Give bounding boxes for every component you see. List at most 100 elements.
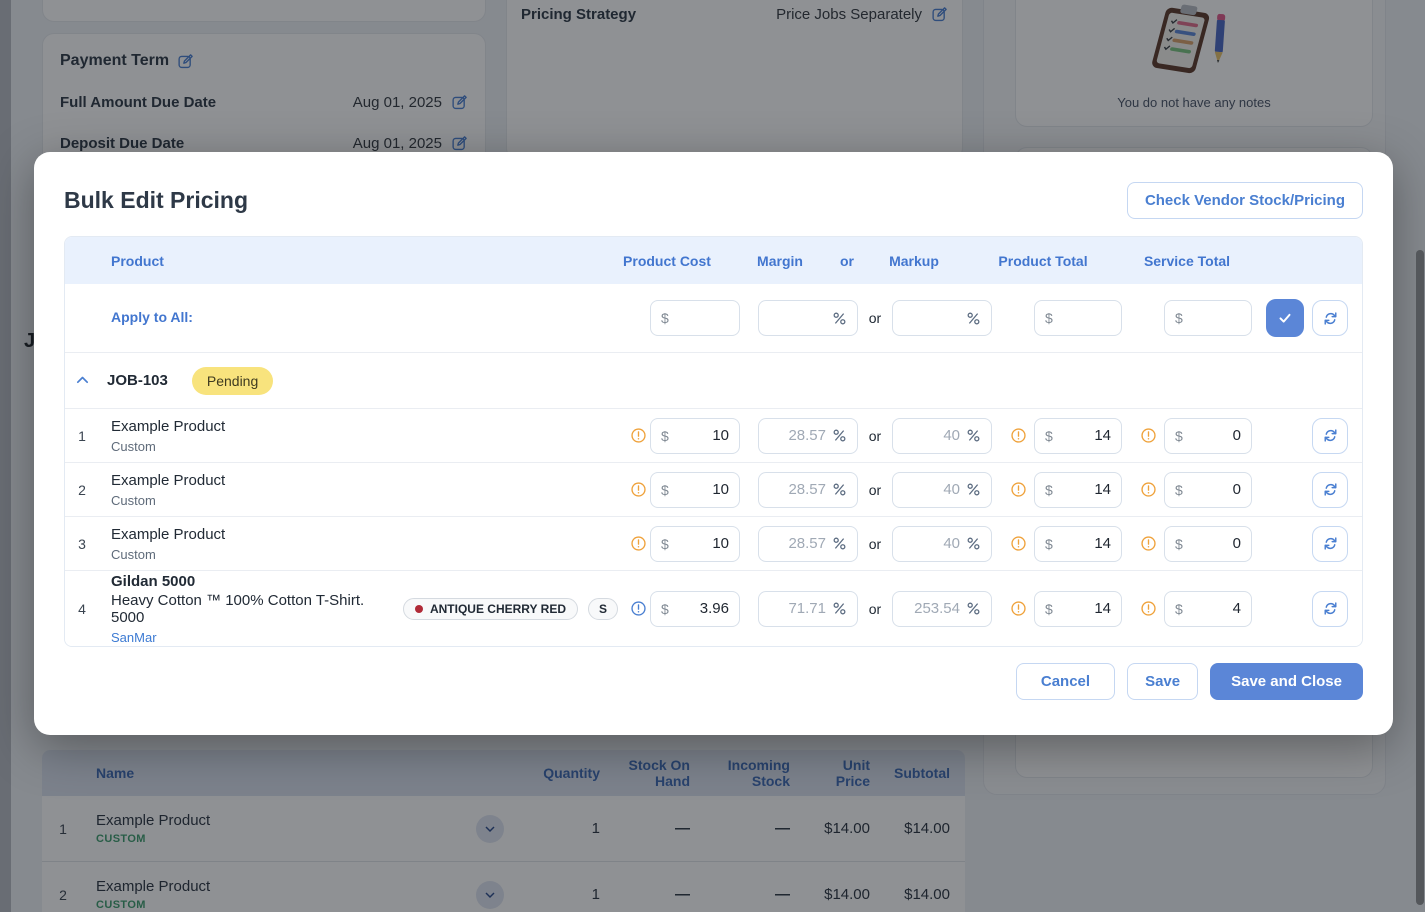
apply-product-total-input: $	[1034, 300, 1122, 336]
pricing-row: 4 Gildan 5000 Heavy Cotton ™ 100% Cotton…	[65, 570, 1362, 646]
currency-prefix: $	[1175, 601, 1183, 617]
header-product-total: Product Total	[978, 253, 1108, 269]
apply-service-total-field[interactable]	[1183, 310, 1241, 327]
job-status-badge: Pending	[192, 367, 273, 395]
apply-margin-field[interactable]	[769, 310, 826, 327]
product-cost-field[interactable]	[669, 535, 729, 552]
save-button[interactable]: Save	[1127, 663, 1198, 700]
currency-prefix: $	[1175, 482, 1183, 498]
apply-confirm-button[interactable]	[1266, 299, 1304, 337]
margin-input	[758, 591, 858, 627]
job-id: JOB-103	[107, 372, 168, 389]
header-or: or	[830, 253, 864, 269]
bulk-edit-pricing-modal: Bulk Edit Pricing Check Vendor Stock/Pri…	[34, 152, 1393, 735]
modal-title: Bulk Edit Pricing	[64, 187, 248, 214]
currency-prefix: $	[1045, 428, 1053, 444]
product-cost-input: $	[650, 472, 740, 508]
apply-reset-button[interactable]	[1312, 300, 1348, 336]
product-total-field[interactable]	[1053, 600, 1111, 617]
collapse-group-chevron[interactable]	[65, 372, 99, 389]
markup-input	[892, 418, 992, 454]
row-reset-button[interactable]	[1312, 591, 1348, 627]
markup-field[interactable]	[903, 481, 960, 498]
service-total-warning-icon	[1136, 535, 1160, 552]
pricing-table: Product Product Cost Margin or Markup Pr…	[64, 236, 1363, 647]
currency-prefix: $	[1175, 310, 1183, 326]
row-index: 2	[65, 482, 99, 498]
service-total-field[interactable]	[1183, 600, 1241, 617]
cancel-button[interactable]: Cancel	[1016, 663, 1115, 700]
apply-markup-field[interactable]	[903, 310, 960, 327]
product-total-field[interactable]	[1053, 535, 1111, 552]
color-dot	[415, 605, 423, 613]
cost-warning-icon	[626, 535, 650, 552]
pricing-row: 3 Example Product Custom $ or $ $	[65, 516, 1362, 570]
service-total-warning-icon	[1136, 600, 1160, 617]
margin-field[interactable]	[769, 535, 826, 552]
pricing-row: 2 Example Product Custom $ or $ $	[65, 462, 1362, 516]
percent-icon	[966, 428, 981, 443]
product-total-input: $	[1034, 526, 1122, 562]
currency-prefix: $	[661, 601, 669, 617]
pricing-table-header: Product Product Cost Margin or Markup Pr…	[65, 237, 1362, 284]
product-cost-input: $	[650, 591, 740, 627]
product-total-field[interactable]	[1053, 481, 1111, 498]
row-reset-button[interactable]	[1312, 418, 1348, 454]
row-reset-button[interactable]	[1312, 526, 1348, 562]
product-cost-field[interactable]	[669, 481, 729, 498]
header-markup: Markup	[864, 253, 964, 269]
header-margin: Margin	[730, 253, 830, 269]
header-service-total: Service Total	[1122, 253, 1252, 269]
margin-field[interactable]	[769, 481, 826, 498]
percent-icon	[966, 482, 981, 497]
row-index: 1	[65, 428, 99, 444]
or-label: or	[858, 482, 892, 498]
margin-field[interactable]	[769, 427, 826, 444]
product-total-warning-icon	[1006, 535, 1030, 552]
service-total-input: $	[1164, 591, 1252, 627]
apply-service-total-input: $	[1164, 300, 1252, 336]
product-cost-input: $	[650, 418, 740, 454]
size-badge: S	[588, 598, 618, 620]
margin-input	[758, 472, 858, 508]
markup-field[interactable]	[903, 535, 960, 552]
product-cost-field[interactable]	[669, 427, 729, 444]
save-and-close-button[interactable]: Save and Close	[1210, 663, 1363, 700]
product-total-input: $	[1034, 472, 1122, 508]
cost-warning-icon	[626, 427, 650, 444]
percent-icon	[966, 601, 981, 616]
vertical-scrollbar[interactable]	[1416, 250, 1424, 905]
currency-prefix: $	[1045, 536, 1053, 552]
service-total-input: $	[1164, 418, 1252, 454]
markup-field[interactable]	[903, 427, 960, 444]
product-name: Example Product	[111, 472, 618, 489]
apply-to-all-row: Apply to All: $ or $ $	[65, 284, 1362, 352]
service-total-field[interactable]	[1183, 535, 1241, 552]
product-name: Gildan 5000	[111, 573, 618, 590]
apply-product-total-field[interactable]	[1053, 310, 1111, 327]
margin-input	[758, 526, 858, 562]
service-total-input: $	[1164, 526, 1252, 562]
currency-prefix: $	[1045, 601, 1053, 617]
currency-prefix: $	[1045, 310, 1053, 326]
currency-prefix: $	[661, 482, 669, 498]
row-reset-button[interactable]	[1312, 472, 1348, 508]
service-total-field[interactable]	[1183, 427, 1241, 444]
markup-field[interactable]	[903, 600, 960, 617]
apply-product-cost-field[interactable]	[669, 310, 729, 327]
service-total-warning-icon	[1136, 427, 1160, 444]
service-total-warning-icon	[1136, 481, 1160, 498]
currency-prefix: $	[661, 536, 669, 552]
margin-field[interactable]	[769, 600, 826, 617]
product-total-field[interactable]	[1053, 427, 1111, 444]
check-vendor-stock-pricing-button[interactable]: Check Vendor Stock/Pricing	[1127, 182, 1363, 219]
vendor-link[interactable]: SanMar	[111, 630, 618, 645]
currency-prefix: $	[1175, 428, 1183, 444]
product-total-warning-icon	[1006, 427, 1030, 444]
markup-input	[892, 591, 992, 627]
product-vendor: Custom	[111, 493, 618, 508]
percent-icon	[832, 601, 847, 616]
product-cost-field[interactable]	[669, 600, 729, 617]
service-total-field[interactable]	[1183, 481, 1241, 498]
product-total-warning-icon	[1006, 481, 1030, 498]
